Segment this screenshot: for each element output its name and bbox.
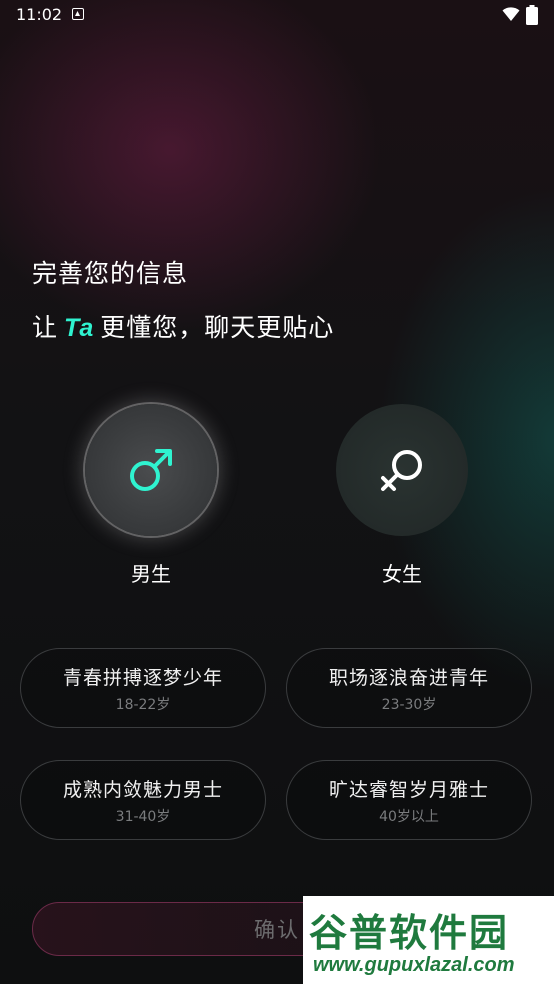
status-bar: 11:02 (0, 0, 554, 30)
age-option-18-22[interactable]: 青春拼搏逐梦少年 18-22岁 (20, 648, 266, 728)
age-option-31-40[interactable]: 成熟内敛魅力男士 31-40岁 (20, 760, 266, 840)
age-option-range: 18-22岁 (115, 696, 171, 713)
male-icon (130, 449, 172, 491)
age-option-40-plus[interactable]: 旷达睿智岁月雅士 40岁以上 (286, 760, 532, 840)
female-icon (381, 450, 422, 491)
page-title: 完善您的信息 (32, 259, 189, 288)
watermark-brand: 谷普软件园 (309, 911, 510, 955)
notification-a-icon (72, 8, 84, 20)
male-label: 男生 (131, 562, 171, 586)
age-option-title: 成熟内敛魅力男士 (62, 778, 223, 801)
wifi-icon (502, 7, 520, 21)
confirm-label: 确认 (254, 918, 300, 942)
age-option-title: 职场逐浪奋进青年 (328, 666, 489, 689)
age-option-range: 23-30岁 (381, 696, 437, 713)
page-subtitle: 让 Ta 更懂您，聊天更贴心 (32, 308, 334, 344)
male-option-button[interactable] (85, 404, 217, 536)
subtitle-prefix: 让 (32, 313, 59, 342)
status-time: 11:02 (16, 5, 63, 24)
age-option-range: 31-40岁 (115, 808, 171, 825)
age-option-title: 旷达睿智岁月雅士 (328, 778, 489, 801)
female-option-button[interactable] (336, 404, 468, 536)
subtitle-highlight: Ta (64, 314, 95, 342)
watermark: 谷普软件园 www.gupuxlazal.com (303, 896, 554, 984)
age-option-23-30[interactable]: 职场逐浪奋进青年 23-30岁 (286, 648, 532, 728)
female-label: 女生 (382, 562, 422, 586)
subtitle-suffix: 更懂您，聊天更贴心 (100, 313, 335, 342)
age-option-title: 青春拼搏逐梦少年 (62, 666, 223, 689)
watermark-url: www.gupuxlazal.com (313, 954, 515, 976)
age-option-range: 40岁以上 (379, 808, 439, 825)
battery-icon (526, 5, 538, 25)
